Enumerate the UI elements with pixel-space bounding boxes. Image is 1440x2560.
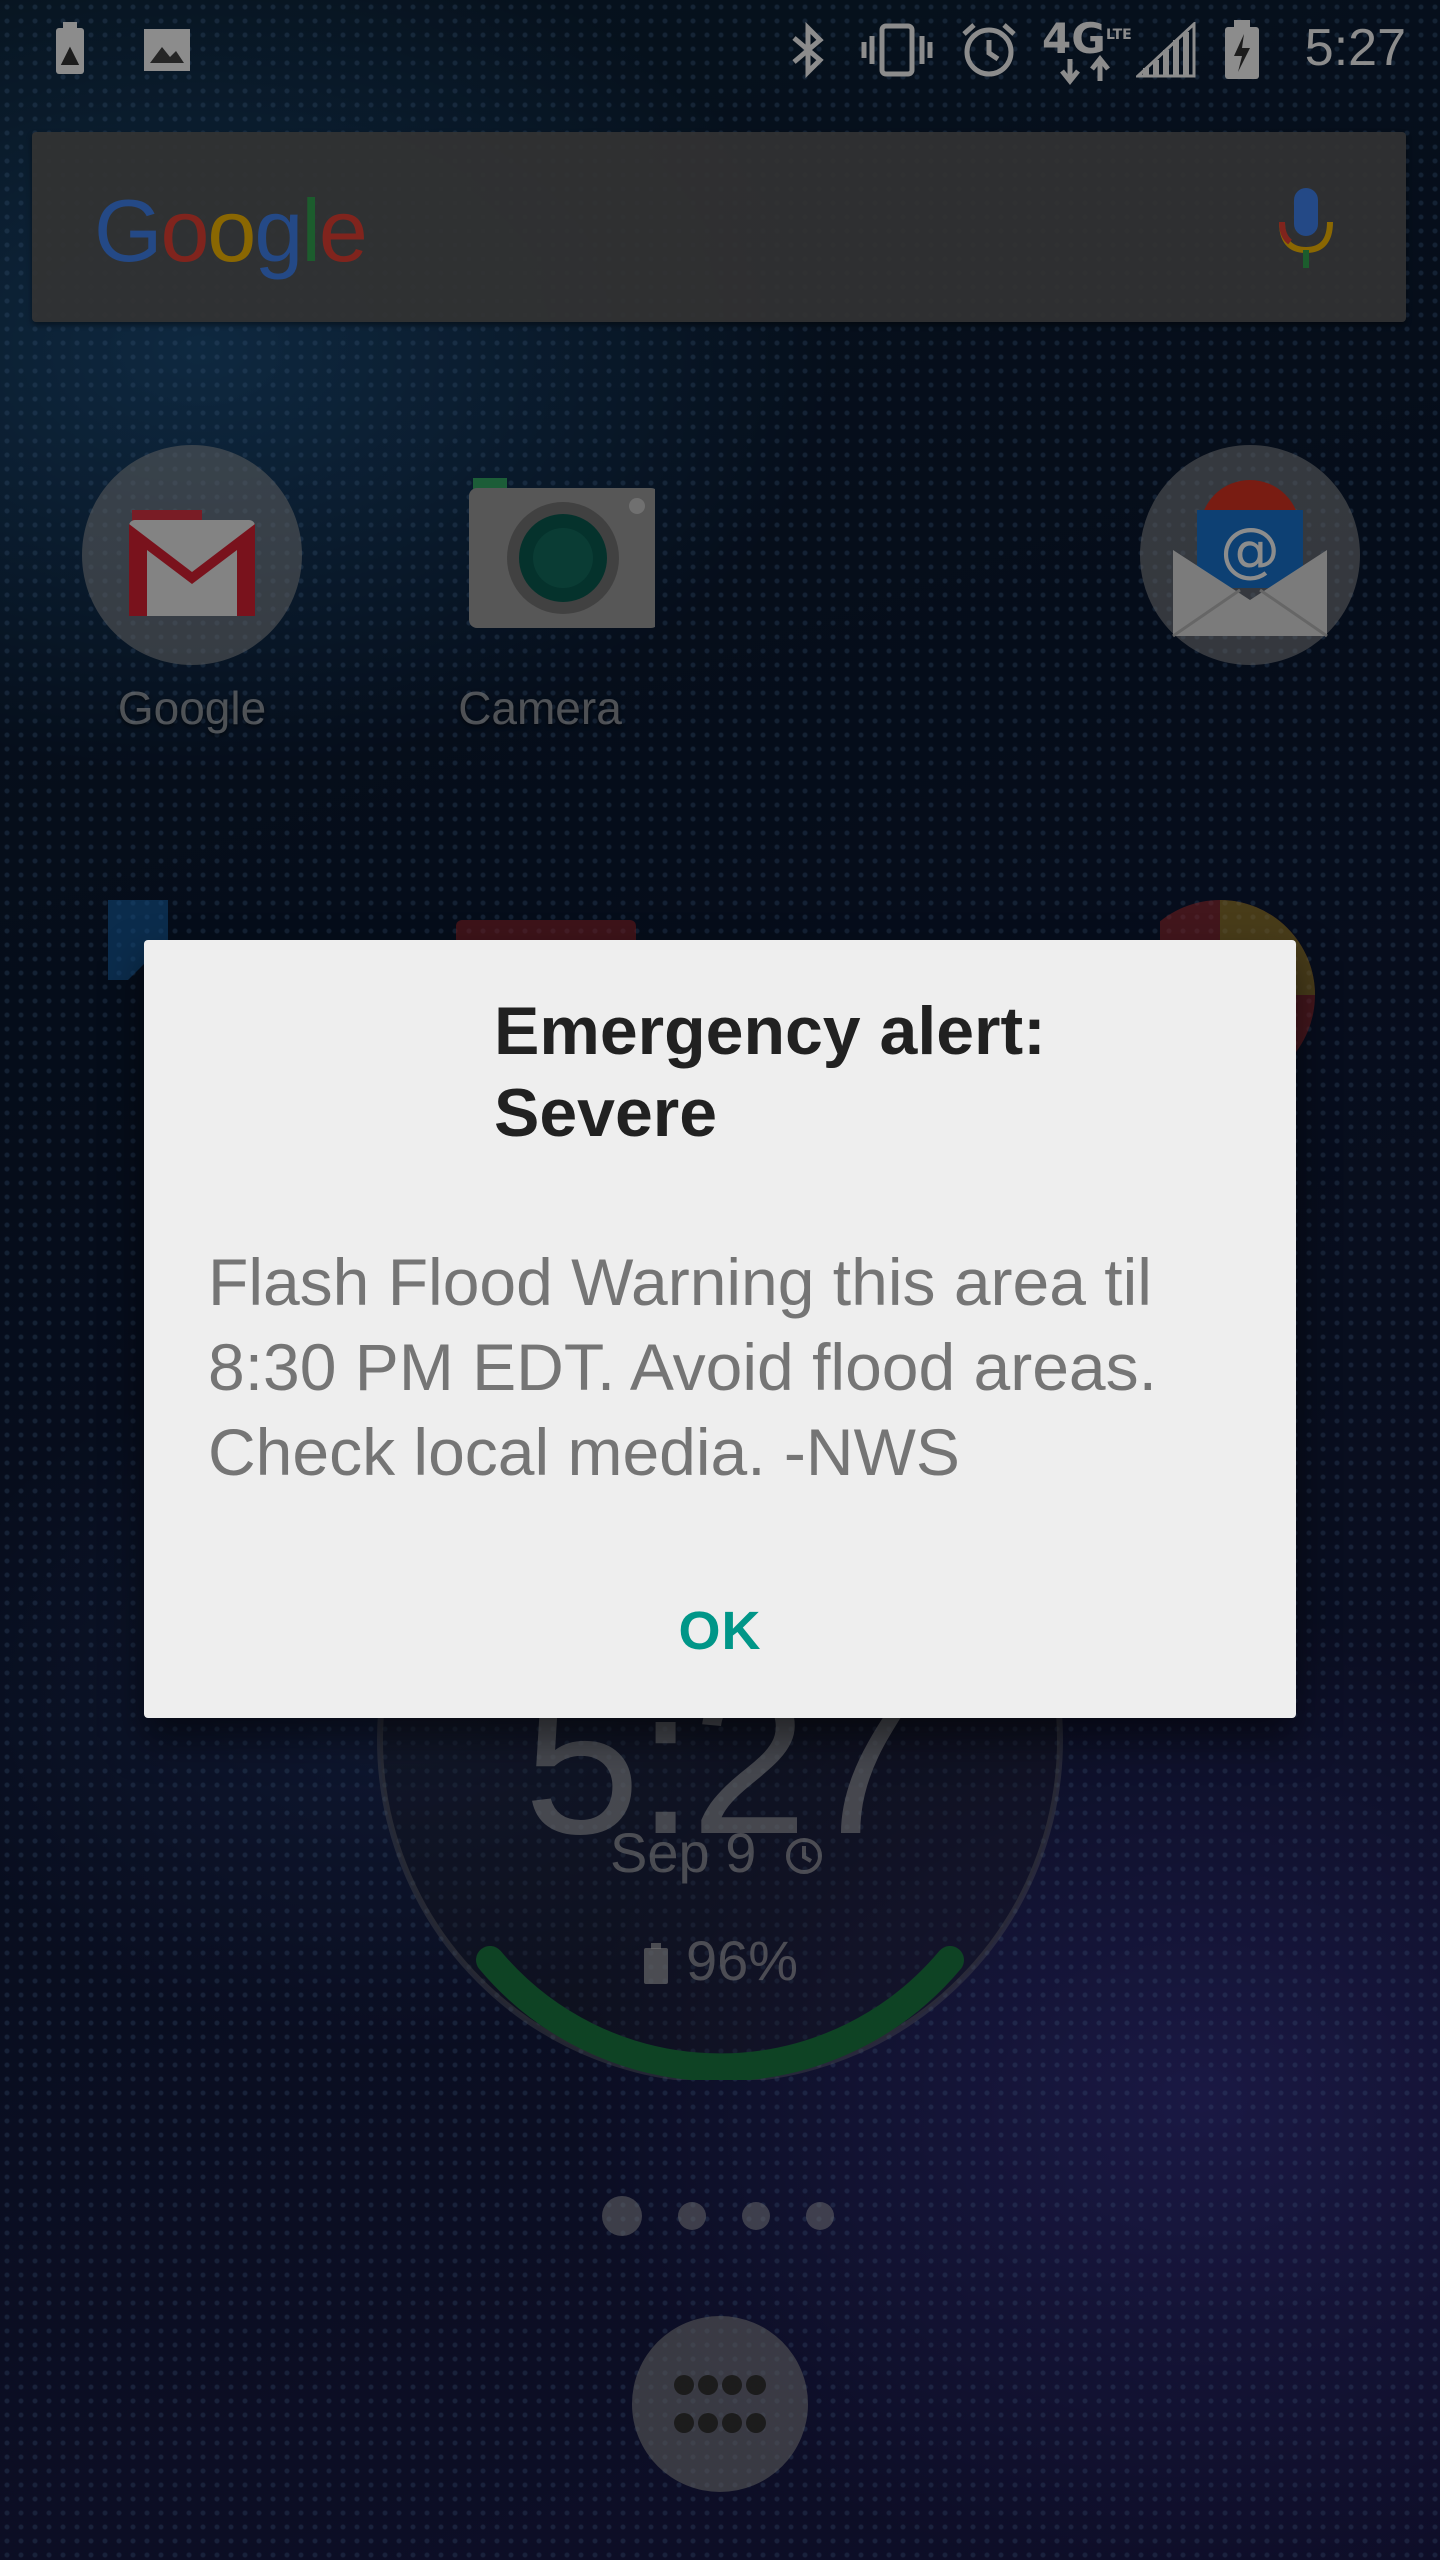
dialog-message: Flash Flood Warning this area til 8:30 P… bbox=[208, 1245, 1157, 1489]
emergency-alert-dialog: Emergency alert: Severe Flash Flood Warn… bbox=[144, 940, 1296, 1718]
dialog-title: Emergency alert: Severe bbox=[494, 993, 1046, 1151]
ok-button[interactable]: OK bbox=[639, 1580, 802, 1682]
home-screen: ▲ 4G LTE 5:27 Google Google Camera @ 5:2… bbox=[0, 0, 1440, 2560]
